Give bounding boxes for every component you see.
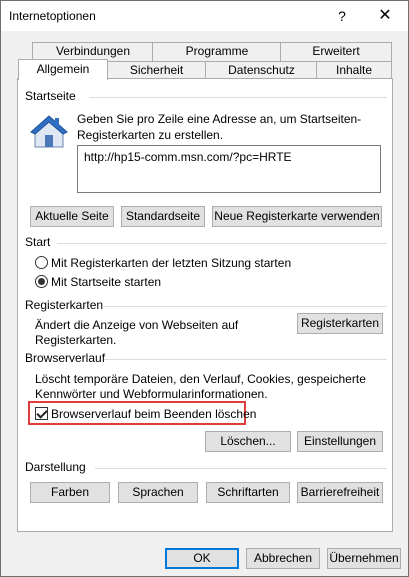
browserverlauf-divider (104, 359, 387, 360)
house-icon (30, 115, 68, 148)
delete-history-on-exit-checkbox[interactable] (35, 407, 48, 420)
radio-last-session[interactable] (35, 256, 48, 269)
registerkarten-description-line2: Registerkarten. (35, 333, 117, 347)
start-divider (57, 243, 387, 244)
radio-homepage[interactable] (35, 275, 48, 288)
languages-button[interactable]: Sprachen (118, 482, 198, 503)
startseite-title: Startseite (25, 89, 76, 103)
delete-button[interactable]: Löschen... (205, 431, 291, 452)
start-title: Start (25, 235, 51, 249)
startseite-divider (89, 97, 387, 98)
cancel-button[interactable]: Abbrechen (246, 548, 320, 569)
accessibility-button[interactable]: Barrierefreiheit (297, 482, 383, 503)
default-page-button[interactable]: Standardseite (121, 206, 205, 227)
homepage-url-textarea[interactable]: http://hp15-comm.msn.com/?pc=HRTE (77, 145, 381, 193)
darstellung-title: Darstellung (25, 460, 86, 474)
homepage-url-value: http://hp15-comm.msn.com/?pc=HRTE (84, 150, 292, 164)
browserverlauf-description-line1: Löscht temporäre Dateien, den Verlauf, C… (35, 372, 366, 386)
registerkarten-divider (102, 306, 387, 307)
registerkarten-title: Registerkarten (25, 298, 104, 312)
radio-homepage-label[interactable]: Mit Startseite starten (51, 274, 161, 290)
ok-button[interactable]: OK (165, 548, 239, 569)
startseite-description-line1: Geben Sie pro Zeile eine Adresse an, um … (77, 112, 362, 126)
current-page-button[interactable]: Aktuelle Seite (30, 206, 114, 227)
internet-options-dialog: Internetoptionen ? ✕ Verbindungen Progra… (0, 0, 409, 577)
darstellung-divider (95, 468, 387, 469)
radio-last-session-label[interactable]: Mit Registerkarten der letzten Sitzung s… (51, 255, 291, 271)
tab-content: Startseite Geben Sie pro Zeile eine Adre… (1, 1, 408, 576)
browserverlauf-description-line2: Kennwörter und Webformularinformationen. (35, 387, 268, 401)
fonts-button[interactable]: Schriftarten (206, 482, 290, 503)
history-settings-button[interactable]: Einstellungen (297, 431, 383, 452)
registerkarten-button[interactable]: Registerkarten (297, 313, 383, 334)
colors-button[interactable]: Farben (30, 482, 110, 503)
apply-button[interactable]: Übernehmen (327, 548, 401, 569)
browserverlauf-title: Browserverlauf (25, 351, 106, 365)
startseite-description-line2: Registerkarten zu erstellen. (77, 128, 224, 142)
new-tab-button[interactable]: Neue Registerkarte verwenden (212, 206, 382, 227)
registerkarten-description-line1: Ändert die Anzeige von Webseiten auf (35, 318, 239, 332)
delete-history-on-exit-label[interactable]: Browserverlauf beim Beenden löschen (51, 406, 256, 422)
